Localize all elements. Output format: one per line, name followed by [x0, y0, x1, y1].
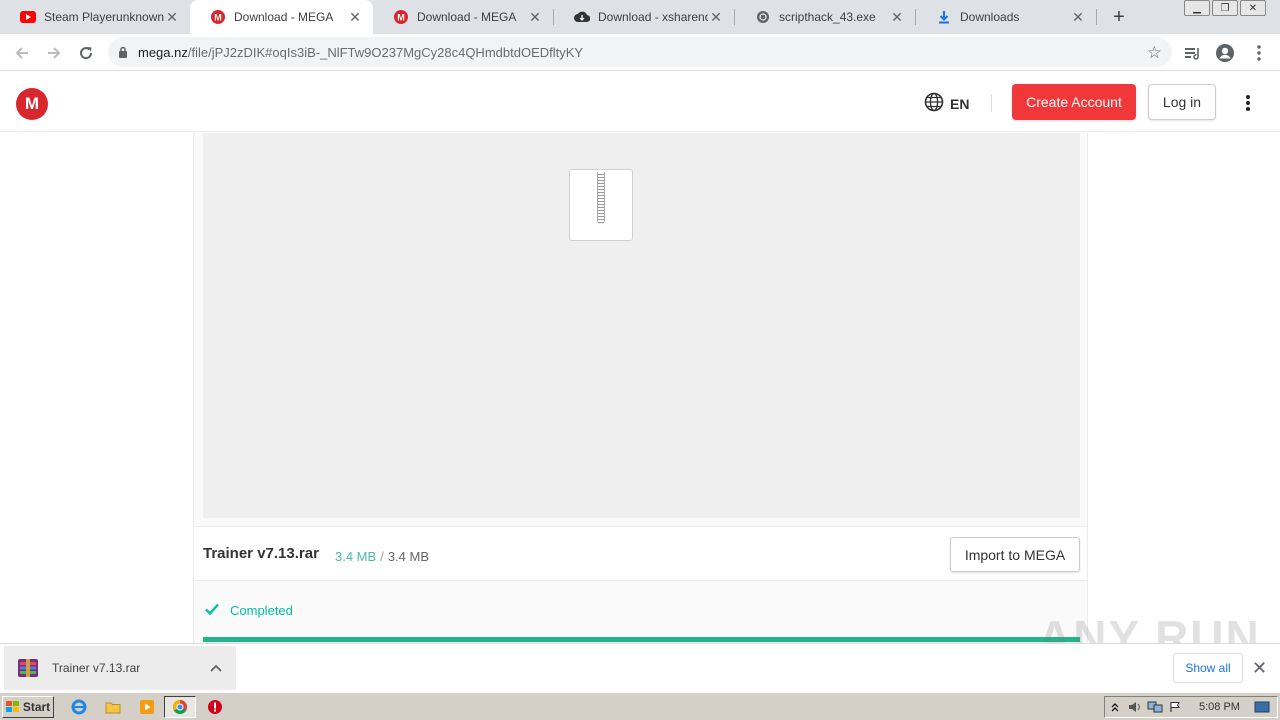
close-icon[interactable]: ✕ [1252, 658, 1267, 679]
tab-downloads[interactable]: Downloads ✕ [916, 0, 1096, 34]
media-player-icon[interactable] [138, 698, 156, 716]
file-size: 3.4 MB/3.4 MB [335, 549, 429, 564]
tab-title: Download - MEGA [234, 10, 334, 24]
size-separator: / [380, 549, 384, 564]
tab-separator [1096, 9, 1097, 25]
login-button[interactable]: Log in [1148, 84, 1216, 120]
show-all-button[interactable]: Show all [1173, 653, 1243, 683]
reload-icon [80, 47, 93, 60]
url-text: mega.nz/file/jPJ2zDIK#oqIs3iB-_NlFTw9O23… [138, 45, 583, 60]
mega-icon: M [393, 9, 409, 25]
show-desktop-icon[interactable] [1252, 701, 1272, 713]
status-text: Completed [230, 603, 293, 618]
language-label: EN [950, 95, 970, 112]
start-button[interactable]: Start [2, 696, 54, 718]
download-icon [936, 9, 952, 25]
volume-icon[interactable] [1125, 701, 1145, 713]
downloaded-size: 3.4 MB [335, 549, 377, 564]
tab-close-icon[interactable]: ✕ [527, 9, 543, 25]
tab-mega-active[interactable]: M Download - MEGA ✕ [190, 0, 373, 34]
header-divider [991, 94, 992, 112]
chrome-taskbar-icon[interactable] [164, 696, 196, 718]
tab-steam-youtube[interactable]: Steam Playerunknown's B ✕ [0, 0, 190, 34]
action-center-flag-icon[interactable] [1165, 701, 1185, 713]
internet-explorer-icon[interactable] [70, 698, 88, 716]
minimize-button[interactable]: ▁ [1184, 0, 1210, 16]
file-explorer-icon[interactable] [104, 698, 122, 716]
bookmark-star-icon[interactable]: ☆ [1147, 43, 1162, 63]
network-icon[interactable] [1145, 701, 1165, 713]
tab-xsharenode[interactable]: Download - xsharenode. ✕ [554, 0, 734, 34]
maximize-button[interactable]: ❐ [1212, 0, 1238, 16]
reload-button[interactable] [74, 41, 98, 65]
tab-close-icon[interactable]: ✕ [889, 9, 905, 25]
tab-mega[interactable]: M Download - MEGA ✕ [373, 0, 553, 34]
total-size: 3.4 MB [387, 549, 429, 564]
back-button[interactable] [10, 41, 34, 65]
new-tab-button[interactable]: + [1108, 6, 1130, 28]
file-info-bar: Trainer v7.13.rar 3.4 MB/3.4 MB Import t… [194, 526, 1087, 581]
tab-close-icon[interactable]: ✕ [347, 9, 363, 25]
download-item[interactable]: Trainer v7.13.rar [4, 646, 236, 690]
create-account-button[interactable]: Create Account [1012, 84, 1136, 120]
chrome-menu-icon[interactable] [1248, 42, 1270, 64]
tray-expand-icon[interactable] [1105, 702, 1125, 712]
svg-text:M: M [397, 13, 405, 23]
system-tray: 5:08 PM [1104, 696, 1278, 718]
download-shelf: Trainer v7.13.rar Show all ✕ [0, 643, 1280, 691]
mega-logo[interactable]: M [16, 88, 48, 120]
tab-title: scripthack_43.exe [779, 10, 876, 24]
address-bar[interactable]: mega.nz/file/jPJ2zDIK#oqIs3iB-_NlFTw9O23… [108, 37, 1172, 67]
globe-icon [755, 9, 771, 25]
progress-bar [203, 637, 1080, 642]
tab-title: Downloads [960, 10, 1020, 24]
url-host: mega.nz [138, 44, 188, 60]
start-label: Start [22, 700, 51, 714]
clock[interactable]: 5:08 PM [1199, 701, 1240, 713]
language-selector[interactable]: EN [924, 92, 969, 115]
stop-sign-icon[interactable] [206, 698, 224, 716]
close-window-button[interactable]: ✕ [1240, 0, 1266, 16]
chevron-up-icon[interactable] [210, 661, 222, 675]
winrar-archive-icon [16, 656, 40, 680]
download-status: Completed [204, 602, 293, 619]
globe-icon [924, 92, 944, 115]
media-control-icon[interactable] [1182, 42, 1204, 64]
arrow-left-icon [15, 47, 28, 59]
url-path: /file/jPJ2zDIK#oqIs3iB-_NlFTw9O237MgCy28… [187, 44, 584, 60]
mega-header: M EN Create Account Log in [0, 72, 1280, 132]
check-icon [204, 602, 220, 619]
import-to-mega-button[interactable]: Import to MEGA [950, 537, 1080, 572]
arrow-right-icon [48, 47, 61, 59]
tab-close-icon[interactable]: ✕ [708, 9, 724, 25]
file-panel: Trainer v7.13.rar 3.4 MB/3.4 MB Import t… [193, 133, 1088, 643]
tab-close-icon[interactable]: ✕ [164, 9, 180, 25]
tab-close-icon[interactable]: ✕ [1070, 9, 1086, 25]
download-item-name: Trainer v7.13.rar [52, 661, 141, 675]
forward-button[interactable] [42, 41, 66, 65]
youtube-icon [20, 9, 36, 25]
browser-toolbar: mega.nz/file/jPJ2zDIK#oqIs3iB-_NlFTw9O23… [0, 34, 1280, 71]
progress-fill [203, 637, 1080, 642]
windows-taskbar: Start 5:08 PM [0, 692, 1280, 720]
tab-scripthack[interactable]: scripthack_43.exe ✕ [735, 0, 915, 34]
file-name: Trainer v7.13.rar [203, 545, 319, 562]
more-menu-icon[interactable] [1240, 92, 1256, 114]
tab-strip: Steam Playerunknown's B ✕ M Download - M… [0, 0, 1280, 34]
cloud-icon [574, 9, 590, 25]
tab-title: Steam Playerunknown's B [44, 10, 164, 24]
windows-logo-icon [5, 701, 19, 712]
svg-text:M: M [214, 13, 222, 23]
mega-icon: M [210, 9, 226, 25]
file-preview [203, 133, 1080, 518]
profile-avatar-icon[interactable] [1214, 42, 1236, 64]
page-content: Trainer v7.13.rar 3.4 MB/3.4 MB Import t… [0, 133, 1280, 643]
tab-title: Download - MEGA [417, 10, 517, 24]
window-controls: ▁ ❐ ✕ [1182, 0, 1266, 16]
zip-file-icon [569, 169, 633, 241]
lock-icon[interactable] [108, 46, 138, 58]
tab-title: Download - xsharenode. [598, 10, 708, 24]
